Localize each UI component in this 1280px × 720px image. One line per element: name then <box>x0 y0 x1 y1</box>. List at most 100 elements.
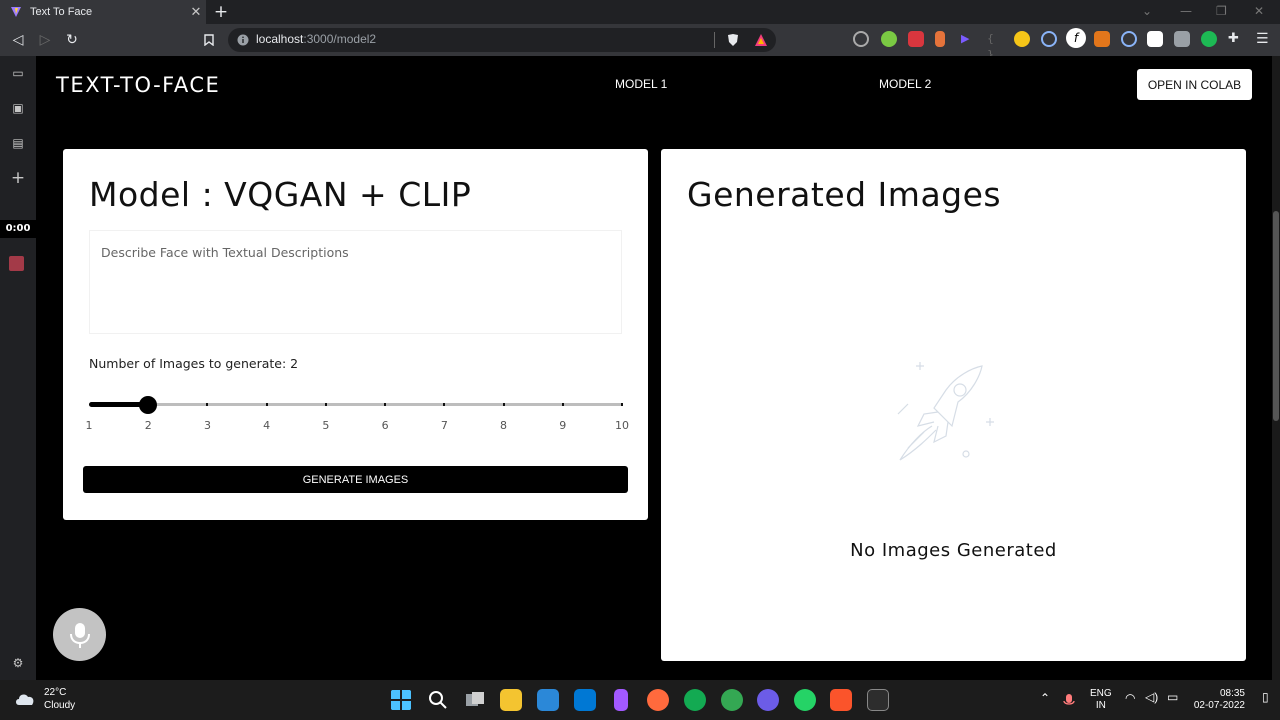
slider-mark-label: 3 <box>203 419 211 432</box>
video-icon[interactable]: ▭ <box>8 63 28 83</box>
extension-plus-icon[interactable] <box>881 31 897 47</box>
browser-menu-icon[interactable]: ☰ <box>1256 31 1272 47</box>
extension-green-icon[interactable] <box>1201 31 1217 47</box>
metamask-icon[interactable] <box>1094 31 1110 47</box>
brave-browser-icon[interactable] <box>830 689 852 711</box>
extensions-puzzle-icon[interactable]: ✚ <box>1228 31 1244 47</box>
extension-play-icon[interactable]: ▶ <box>961 31 977 47</box>
address-bar[interactable]: localhost:3000/model2 <box>228 28 776 52</box>
extension-function-icon[interactable]: f <box>1066 28 1086 48</box>
add-panel-icon[interactable]: + <box>8 168 28 188</box>
close-tab-icon[interactable]: ✕ <box>186 5 206 20</box>
divider <box>714 32 715 48</box>
new-tab-button[interactable]: + <box>212 2 230 22</box>
site-info-icon[interactable] <box>237 34 249 46</box>
page-scrollbar[interactable] <box>1272 56 1280 680</box>
file-explorer-icon[interactable] <box>500 689 522 711</box>
slider-mark-label: 8 <box>500 419 508 432</box>
voice-input-button[interactable] <box>53 608 106 661</box>
region-code: IN <box>1095 700 1106 711</box>
volume-icon[interactable]: ◁) <box>1145 691 1158 703</box>
prompt-textarea[interactable]: Describe Face with Textual Descriptions <box>89 230 622 334</box>
battery-icon[interactable]: ▭ <box>1167 691 1178 703</box>
extension-camera-icon[interactable] <box>1174 31 1190 47</box>
clock-date: 02-07-2022 <box>1193 700 1245 711</box>
back-icon[interactable]: ◁ <box>8 30 28 50</box>
cloud-icon <box>16 694 34 705</box>
slider-mark-label: 6 <box>381 419 389 432</box>
slider-mark-label: 1 <box>85 419 93 432</box>
extension-megaphone-icon[interactable] <box>935 31 945 47</box>
weather-widget[interactable]: 22°C Cloudy <box>14 686 75 712</box>
results-title: Generated Images <box>687 175 1002 214</box>
windows-start-icon[interactable] <box>390 689 412 711</box>
extension-mail-icon[interactable] <box>1147 31 1163 47</box>
extension-red-icon[interactable] <box>908 31 924 47</box>
reading-list-icon[interactable]: ▤ <box>8 133 28 153</box>
microphone-tray-icon[interactable] <box>1063 693 1075 709</box>
slider-tick <box>384 403 387 406</box>
chrome-icon[interactable] <box>721 689 743 711</box>
clock[interactable]: 08:35 02-07-2022 <box>1192 688 1245 712</box>
web-page: TEXT-TO-FACE MODEL 1 MODEL 2 OPEN IN COL… <box>36 56 1272 680</box>
browser-toolbar: ◁ ▷ ↻ localhost:3000/model2 ▶ { } f ✚ ☰ <box>0 24 1280 61</box>
bookmark-icon[interactable] <box>199 30 219 50</box>
gear-icon[interactable]: ⚙ <box>8 653 28 673</box>
model-title: Model : VQGAN + CLIP <box>89 175 472 214</box>
vscode-icon[interactable] <box>574 689 596 711</box>
recording-timer: 0:00 <box>0 220 36 238</box>
slider-tick <box>502 403 505 406</box>
slider-mark-label: 4 <box>263 419 271 432</box>
maximize-button[interactable]: ❐ <box>1216 4 1227 18</box>
slider-thumb[interactable] <box>139 396 158 414</box>
extension-check-icon[interactable] <box>1041 31 1057 47</box>
brave-rewards-icon[interactable] <box>754 33 768 47</box>
wallet-icon[interactable]: ▣ <box>8 98 28 118</box>
show-hidden-icons-icon[interactable]: ⌃ <box>1040 692 1050 704</box>
slider-rail <box>89 403 622 406</box>
search-icon[interactable] <box>427 689 449 711</box>
brave-shield-icon[interactable] <box>726 33 740 47</box>
app-icon[interactable] <box>757 689 779 711</box>
wifi-icon[interactable]: ◠ <box>1125 692 1135 704</box>
generate-images-button[interactable]: GENERATE IMAGES <box>83 466 628 493</box>
figma-icon[interactable] <box>614 689 628 711</box>
minimize-button[interactable]: — <box>1180 4 1192 18</box>
extension-record-icon[interactable] <box>853 31 869 47</box>
slider-mark-label: 10 <box>615 419 629 432</box>
whatsapp-icon[interactable] <box>794 689 816 711</box>
terminal-icon[interactable] <box>867 689 889 711</box>
microsoft-store-icon[interactable] <box>537 689 559 711</box>
weather-condition: Cloudy <box>44 700 76 711</box>
rocket-icon <box>897 362 994 461</box>
task-view-icon[interactable] <box>464 689 486 711</box>
reload-icon[interactable]: ↻ <box>62 30 82 50</box>
slider-tick <box>324 403 327 406</box>
input-language[interactable]: ENG IN <box>1090 688 1112 712</box>
left-side-panel: ▭ ▣ ▤ + 0:00 ⚙ <box>0 56 36 680</box>
vite-favicon-icon <box>11 7 21 17</box>
browser-tab[interactable]: Text To Face ✕ <box>0 0 206 24</box>
nav-model-1[interactable]: MODEL 1 <box>615 77 667 91</box>
extension-braces-icon[interactable]: { } <box>987 31 1003 61</box>
image-count-label: Number of Images to generate: 2 <box>89 356 299 371</box>
close-window-button[interactable]: ✕ <box>1254 4 1264 18</box>
model-card: Model : VQGAN + CLIP Describe Face with … <box>63 149 648 520</box>
stop-recording-button[interactable] <box>9 256 24 271</box>
slider-tick <box>443 403 446 406</box>
extension-globe-icon[interactable] <box>1121 31 1137 47</box>
extension-info-icon[interactable] <box>1014 31 1030 47</box>
tab-search-icon[interactable]: ⌄ <box>1142 4 1152 18</box>
mongodb-compass-icon[interactable] <box>684 689 706 711</box>
scrollbar-thumb[interactable] <box>1273 211 1279 421</box>
notifications-icon[interactable]: ▯ <box>1262 691 1269 703</box>
site-brand[interactable]: TEXT-TO-FACE <box>56 73 220 97</box>
open-in-colab-button[interactable]: OPEN IN COLAB <box>1137 69 1252 100</box>
temperature: 22°C <box>44 687 67 698</box>
image-count-slider[interactable] <box>89 396 623 414</box>
windows-taskbar: 22°C Cloudy ⌃ ENG IN ◠ ◁) ▭ 08:35 02-07-… <box>0 680 1280 720</box>
slider-mark-label: 9 <box>559 419 567 432</box>
postman-icon[interactable] <box>647 689 669 711</box>
nav-model-2[interactable]: MODEL 2 <box>879 77 931 91</box>
forward-icon[interactable]: ▷ <box>35 30 55 50</box>
